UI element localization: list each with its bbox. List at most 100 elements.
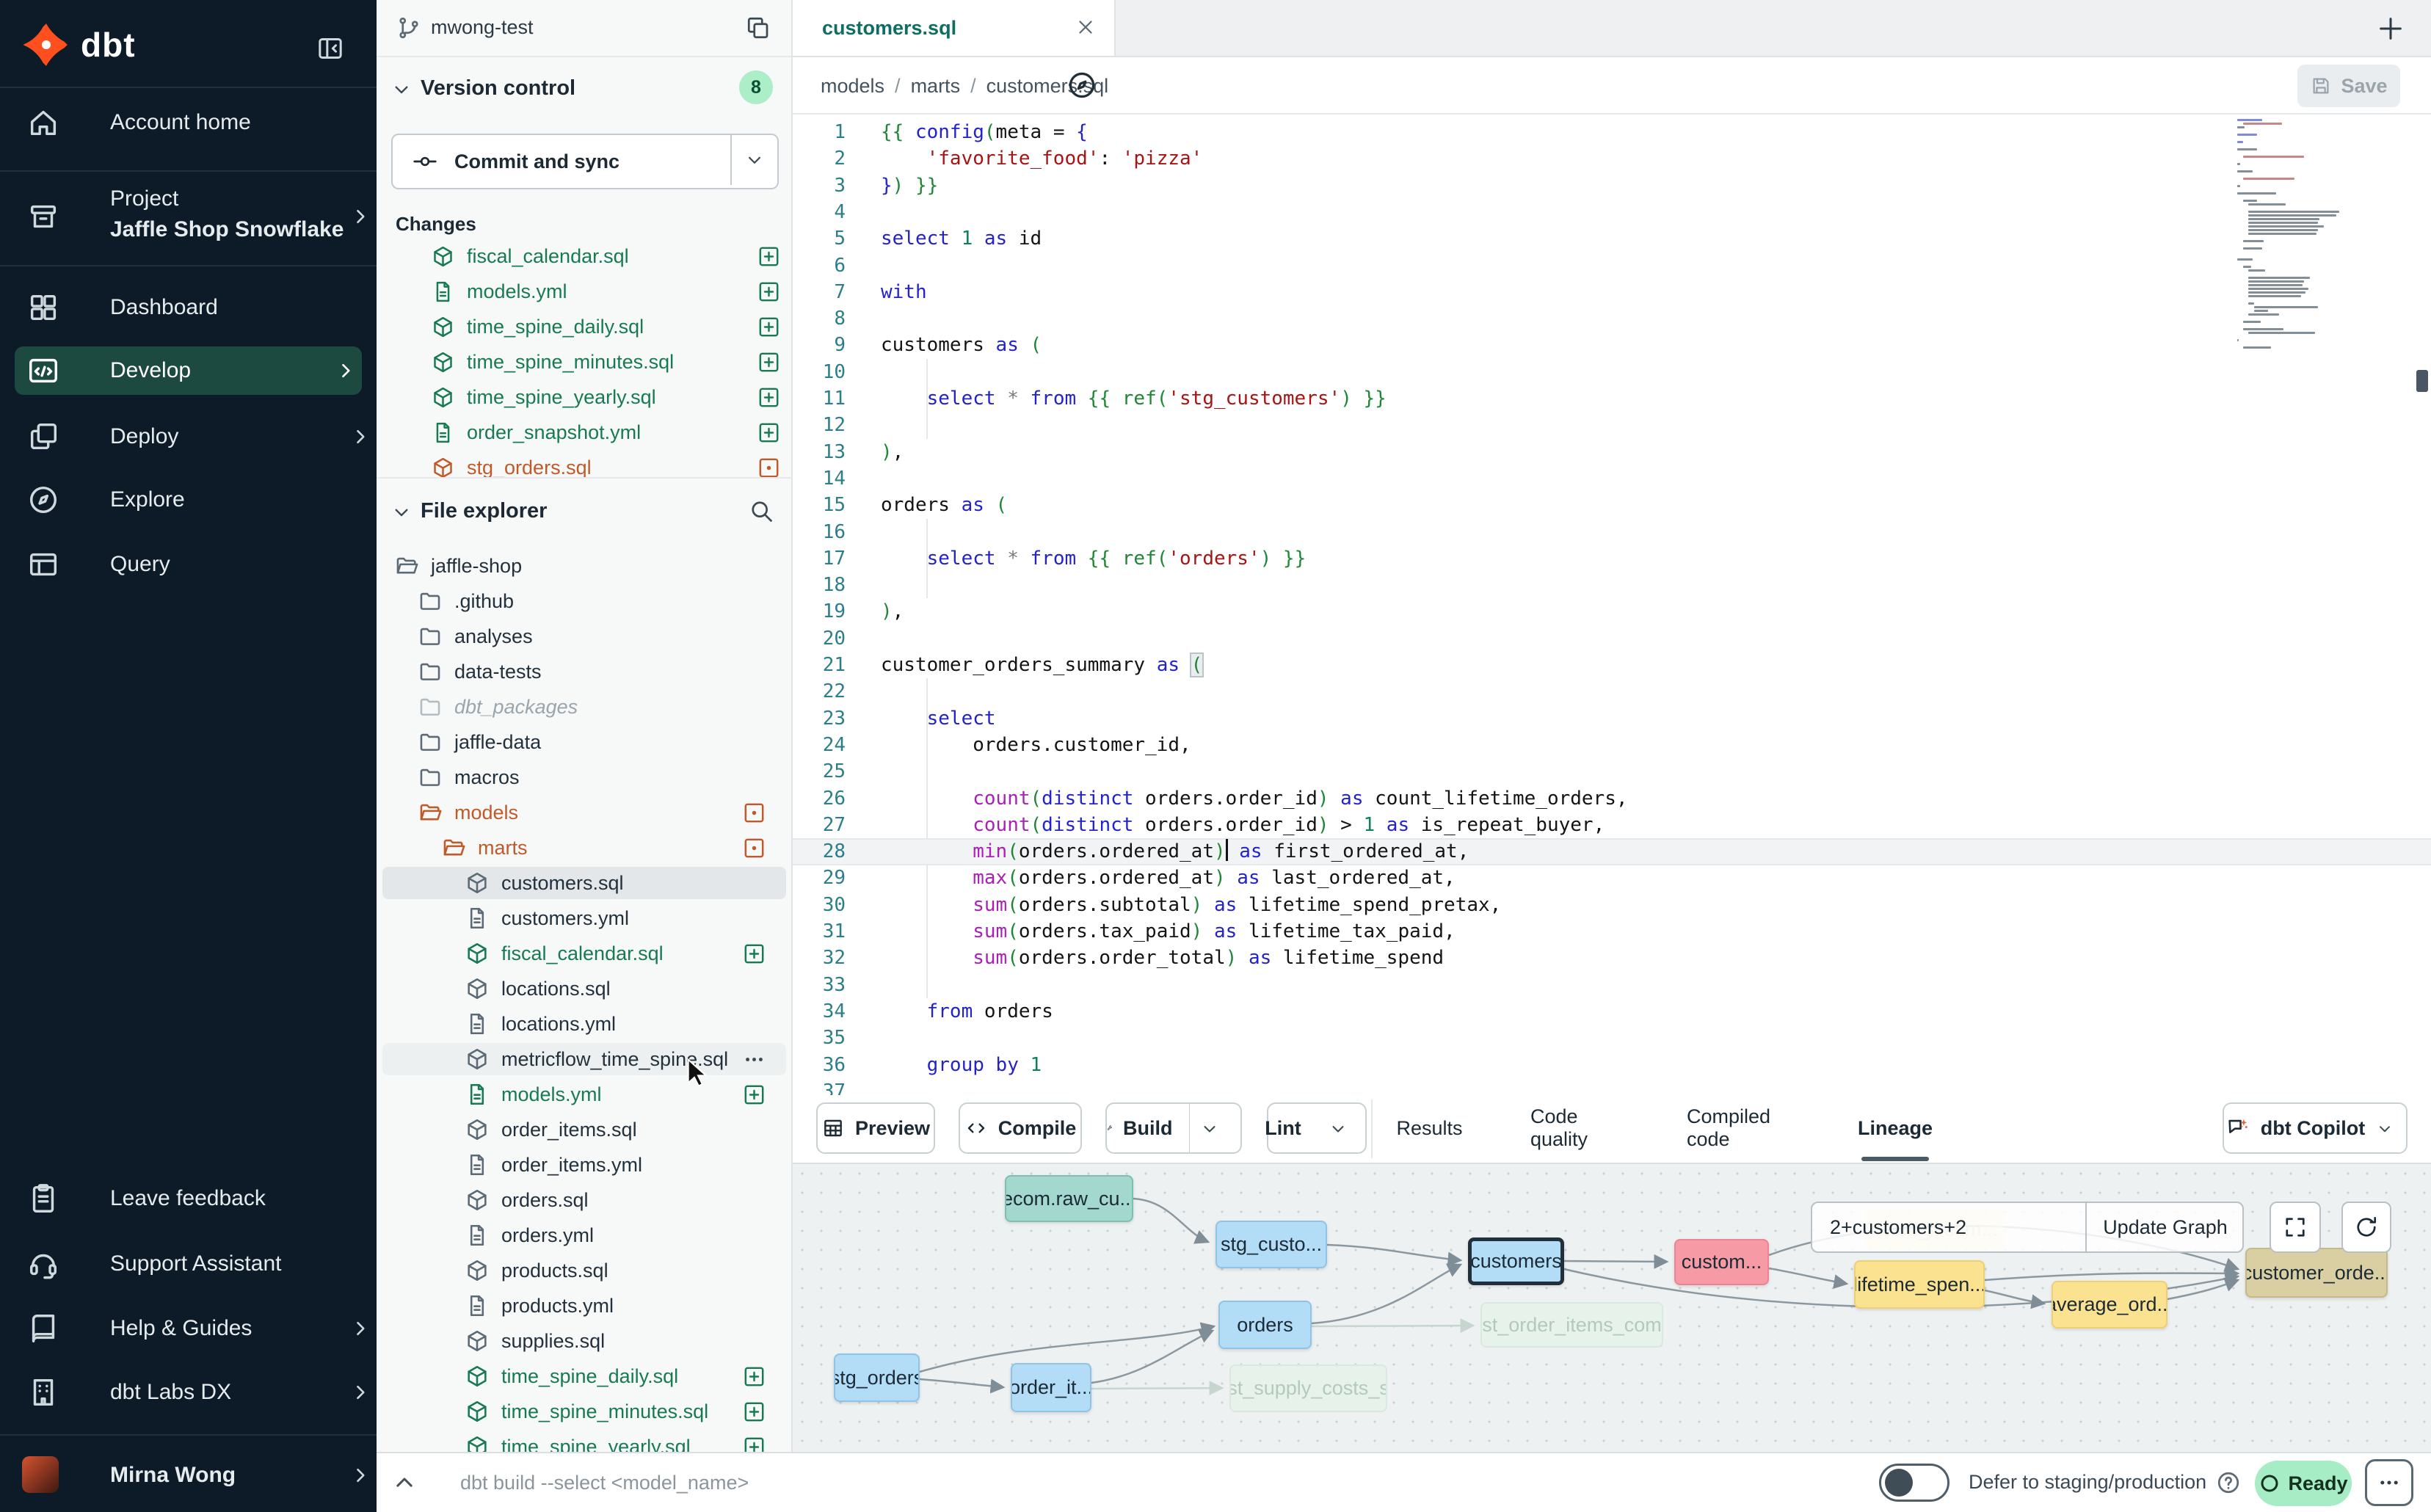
code-line-28[interactable]: 28 min(orders.ordered_at) as first_order… [793, 838, 2431, 865]
editor-scrollbar-thumb[interactable] [2416, 370, 2428, 392]
stage-add-button[interactable] [742, 1082, 766, 1106]
lineage-node-orders[interactable]: orders [1218, 1301, 1312, 1349]
file-tree-item-orders.yml[interactable]: orders.yml [382, 1219, 786, 1251]
lineage-node-customers[interactable]: customers [1468, 1237, 1564, 1285]
sidebar-item-explore[interactable]: Explore [0, 471, 377, 528]
sidebar-item-develop[interactable]: Develop [15, 346, 362, 395]
code-line-20[interactable]: 20 [793, 625, 2431, 653]
file-tree-item-jaffle-data[interactable]: jaffle-data [382, 726, 786, 758]
lineage-node-stg_custo[interactable]: stg_custo... [1216, 1221, 1327, 1268]
changed-file-stg_orders.sql[interactable]: stg_orders.sql [391, 451, 780, 479]
sidebar-item-dashboard[interactable]: Dashboard [0, 279, 377, 336]
stage-add-button[interactable] [742, 1399, 766, 1423]
stage-add-button[interactable] [757, 385, 781, 409]
code-line-9[interactable]: 9customers as ( [793, 332, 2431, 359]
commit-options-button[interactable] [730, 135, 777, 185]
code-line-5[interactable]: 5select 1 as id [793, 225, 2431, 252]
lineage-node-stg_orders[interactable]: stg_orders [834, 1353, 920, 1402]
file-tree-item-orders.sql[interactable]: orders.sql [382, 1184, 786, 1216]
code-line-4[interactable]: 4 [793, 199, 2431, 226]
lineage-node-order_it[interactable]: order_it... [1011, 1363, 1091, 1412]
sidebar-item-deploy[interactable]: Deploy [0, 408, 377, 465]
user-menu[interactable]: Mirna Wong [0, 1443, 377, 1508]
sidebar-item-leave-feedback[interactable]: Leave feedback [0, 1170, 377, 1227]
code-line-19[interactable]: 19), [793, 598, 2431, 625]
file-tree-item-macros[interactable]: macros [382, 761, 786, 793]
code-line-17[interactable]: 17 select * from {{ ref('orders') }} [793, 545, 2431, 573]
stage-add-button[interactable] [757, 420, 781, 444]
stage-add-button[interactable] [757, 244, 781, 268]
code-line-30[interactable]: 30 sum(orders.subtotal) as lifetime_spen… [793, 892, 2431, 919]
file-tree-item-models.yml[interactable]: models.yml [382, 1078, 786, 1111]
result-tab-compiled-code[interactable]: Compiled code [1687, 1095, 1815, 1161]
code-line-34[interactable]: 34 from orders [793, 998, 2431, 1025]
code-line-11[interactable]: 11 select * from {{ ref('stg_customers')… [793, 385, 2431, 412]
file-tree-item-products.yml[interactable]: products.yml [382, 1290, 786, 1322]
changed-file-time_spine_daily.sql[interactable]: time_spine_daily.sql [391, 310, 780, 343]
copy-branch-button[interactable] [745, 15, 771, 41]
file-tree-item-order_items.yml[interactable]: order_items.yml [382, 1149, 786, 1181]
expand-command-bar-button[interactable] [390, 1468, 419, 1497]
code-line-24[interactable]: 24 orders.customer_id, [793, 732, 2431, 759]
stage-add-button[interactable] [757, 349, 781, 374]
code-line-13[interactable]: 13), [793, 439, 2431, 466]
defer-help-icon[interactable] [2215, 1469, 2242, 1496]
stage-add-button[interactable] [742, 941, 766, 965]
sidebar-item-account-home[interactable]: Account home [0, 94, 377, 151]
lineage-node-test_supply_costs_s[interactable]: test_supply_costs_s... [1229, 1364, 1387, 1412]
code-line-8[interactable]: 8 [793, 305, 2431, 332]
command-input[interactable]: dbt build --select <model_name> [460, 1453, 1781, 1512]
file-tree-item-analyses[interactable]: analyses [382, 620, 786, 653]
more-actions-button[interactable] [2365, 1459, 2413, 1506]
lint-button-options[interactable] [1318, 1117, 1369, 1140]
code-line-37[interactable]: 37 [793, 1078, 2431, 1095]
search-files-button[interactable] [748, 498, 774, 524]
code-line-25[interactable]: 25 [793, 758, 2431, 785]
changed-file-time_spine_minutes.sql[interactable]: time_spine_minutes.sql [391, 346, 780, 378]
lineage-node-ecomraw_cu[interactable]: ecom.raw_cu... [1005, 1175, 1133, 1222]
code-line-10[interactable]: 10 [793, 359, 2431, 386]
sidebar-item-support-assistant[interactable]: Support Assistant [0, 1235, 377, 1293]
dbt-copilot-button[interactable]: dbt Copilot [2223, 1102, 2408, 1154]
code-line-18[interactable]: 18 [793, 572, 2431, 599]
code-line-1[interactable]: 1{{ config(meta = { [793, 119, 2431, 146]
breadcrumb-item[interactable]: marts [911, 75, 961, 97]
code-line-27[interactable]: 27 count(distinct orders.order_id) > 1 a… [793, 812, 2431, 839]
code-line-16[interactable]: 16 [793, 519, 2431, 546]
sidebar-collapse-button[interactable] [316, 34, 345, 63]
file-tree-item-order_items.sql[interactable]: order_items.sql [382, 1113, 786, 1146]
code-line-36[interactable]: 36 group by 1 [793, 1052, 2431, 1079]
file-tree-item-customers.yml[interactable]: customers.yml [382, 902, 786, 934]
stage-add-button[interactable] [757, 279, 781, 303]
result-tab-results[interactable]: Results [1395, 1095, 1464, 1161]
chevron-down-icon[interactable] [390, 78, 413, 101]
changed-file-models.yml[interactable]: models.yml [391, 275, 780, 308]
lineage-node-lifetime_spen[interactable]: lifetime_spen... [1854, 1260, 1985, 1309]
sidebar-item-help-guides[interactable]: Help & Guides [0, 1300, 377, 1357]
lineage-selector-input[interactable]: 2+customers+2 [1830, 1216, 1966, 1239]
file-tree-item-products.sql[interactable]: products.sql [382, 1254, 786, 1287]
compile-button[interactable]: Compile [959, 1102, 1082, 1154]
code-line-12[interactable]: 12 [793, 412, 2431, 439]
file-tree-item-models[interactable]: models [382, 796, 786, 829]
file-tree-item-time_spine_minutes.sql[interactable]: time_spine_minutes.sql [382, 1395, 786, 1428]
file-tree-item-jaffle-shop[interactable]: jaffle-shop [382, 550, 786, 582]
file-tree-item-.github[interactable]: .github [382, 585, 786, 617]
preview-button[interactable]: Preview [816, 1102, 935, 1154]
file-tree-item-time_spine_daily.sql[interactable]: time_spine_daily.sql [382, 1360, 786, 1392]
changed-file-time_spine_yearly.sql[interactable]: time_spine_yearly.sql [391, 381, 780, 413]
code-line-26[interactable]: 26 count(distinct orders.order_id) as co… [793, 785, 2431, 813]
lineage-node-custom[interactable]: custom... [1674, 1239, 1769, 1285]
file-tree-item-marts[interactable]: marts [382, 832, 786, 864]
branch-name[interactable]: mwong-test [431, 16, 534, 39]
file-tree-item-supplies.sql[interactable]: supplies.sql [382, 1325, 786, 1357]
code-line-15[interactable]: 15orders as ( [793, 492, 2431, 519]
editor-tab-customers-sql[interactable]: customers.sql [793, 0, 1116, 56]
fullscreen-button[interactable] [2270, 1202, 2321, 1253]
file-tree-item-locations.yml[interactable]: locations.yml [382, 1008, 786, 1040]
changed-file-order_snapshot.yml[interactable]: order_snapshot.yml [391, 416, 780, 448]
lineage-node-customer_orde[interactable]: customer_orde... [2245, 1248, 2388, 1298]
stage-add-button[interactable] [757, 314, 781, 338]
defer-toggle[interactable] [1879, 1464, 1949, 1502]
stage-modified-button[interactable] [757, 455, 781, 479]
